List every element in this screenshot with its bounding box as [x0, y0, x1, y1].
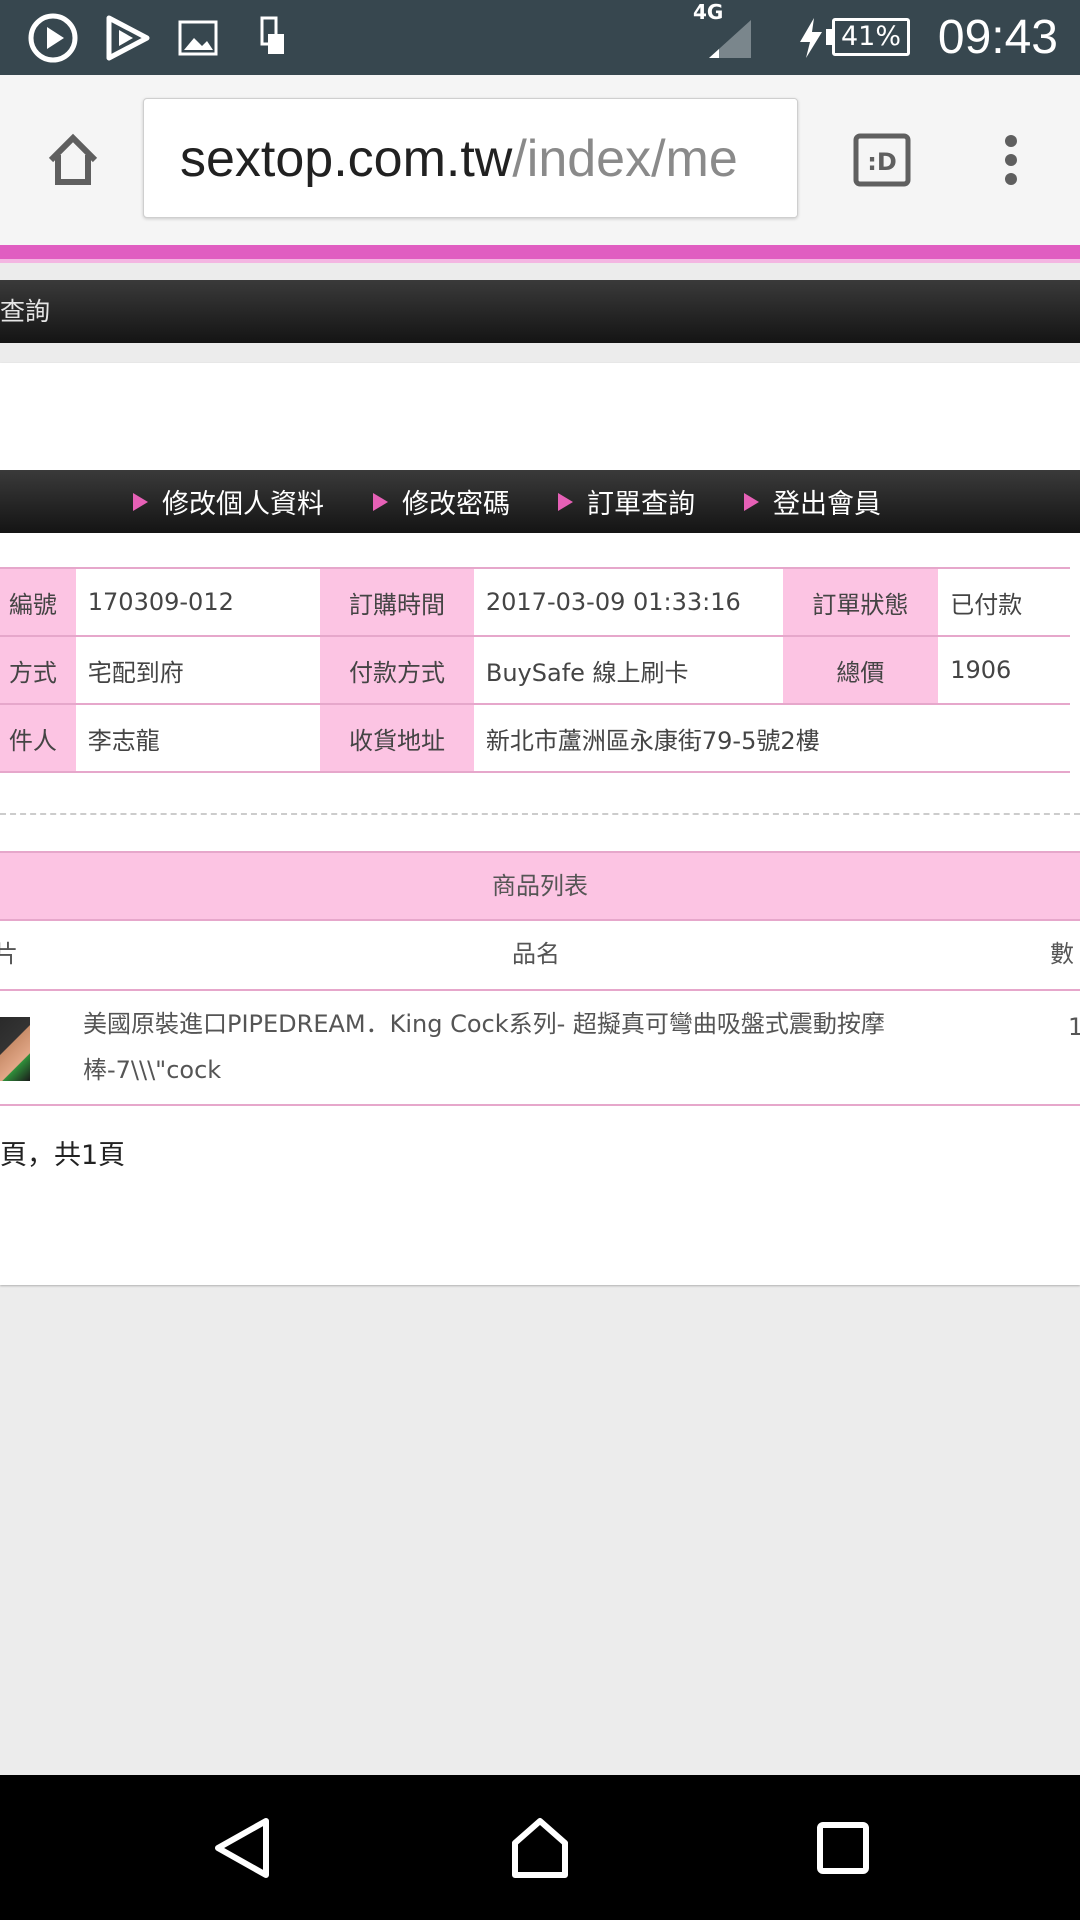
order-number-label: 編號: [0, 567, 76, 637]
clock: 09:43: [937, 11, 1058, 64]
nav-order-query[interactable]: 訂單查詢: [558, 470, 695, 533]
svg-text::D: :D: [867, 148, 897, 176]
column-name: 品名: [512, 940, 560, 968]
recents-icon[interactable]: [805, 1810, 880, 1885]
payment-method-value: BuySafe 線上刷卡: [473, 635, 783, 705]
media-play-icon: [98, 0, 156, 75]
home-icon[interactable]: [38, 125, 108, 195]
order-info-row: 編號 170309-012 訂購時間 2017-03-09 01:33:16 訂…: [0, 567, 1070, 637]
nav-label: 訂單查詢: [587, 489, 695, 520]
order-status-value: 已付款: [938, 567, 1070, 637]
home-nav-icon[interactable]: [502, 1810, 577, 1885]
product-qty: 1: [1068, 1013, 1080, 1041]
order-info-row: 方式 宅配到府 付款方式 BuySafe 線上刷卡 總價 1906: [0, 635, 1070, 705]
nav-label: 修改密碼: [402, 489, 510, 520]
product-thumbnail[interactable]: [0, 1017, 30, 1081]
battery-level: 41%: [832, 18, 910, 56]
status-bar: 4G 41% 09:43: [0, 0, 1080, 75]
nav-edit-profile[interactable]: 修改個人資料: [133, 470, 324, 533]
delivery-method-value: 宅配到府: [75, 635, 321, 705]
pink-stripe-light: [0, 259, 1080, 263]
pink-stripe: [0, 245, 1080, 259]
address-value: 新北市蘆洲區永康街79-5號2樓: [473, 703, 1070, 773]
top-bar-link[interactable]: 查詢: [0, 280, 50, 343]
row-divider: [0, 989, 1080, 991]
url-fade: [757, 99, 797, 217]
nav-change-password[interactable]: 修改密碼: [373, 470, 510, 533]
delivery-method-label: 方式: [0, 635, 76, 705]
triangle-bullet-icon: [133, 492, 148, 511]
column-qty: 數: [1050, 940, 1074, 968]
product-name[interactable]: 美國原裝進口PIPEDREAM．King Cock系列- 超擬真可彎曲吸盤式震動…: [83, 1001, 923, 1093]
recipient-value: 李志龍: [75, 703, 321, 773]
url-text: sextop.com.tw/index/me: [180, 99, 738, 217]
order-time-value: 2017-03-09 01:33:16: [473, 567, 783, 637]
signal-icon: [704, 0, 756, 75]
order-status-label: 訂單狀態: [782, 567, 939, 637]
web-page: 查詢 修改個人資料 修改密碼 訂單查詢 登出會員 編號 170309-012 訂…: [0, 245, 1080, 1775]
triangle-bullet-icon: [744, 492, 759, 511]
charging-icon: [796, 0, 826, 75]
back-icon[interactable]: [205, 1810, 280, 1885]
payment-method-label: 付款方式: [320, 635, 474, 705]
member-panel: 修改個人資料 修改密碼 訂單查詢 登出會員 編號 170309-012 訂購時間…: [0, 363, 1080, 1285]
triangle-bullet-icon: [558, 492, 573, 511]
browser-toolbar: sextop.com.tw/index/me :D: [0, 75, 1080, 245]
total-price-value: 1906: [938, 635, 1070, 705]
pagination: 頁，共1頁: [0, 1140, 126, 1171]
reader-mode-icon[interactable]: :D: [850, 125, 914, 195]
url-host: sextop.com.tw: [180, 130, 513, 188]
system-nav-bar: [0, 1775, 1080, 1920]
nav-label: 登出會員: [773, 489, 881, 520]
column-image: 片: [0, 940, 18, 968]
url-bar[interactable]: sextop.com.tw/index/me: [143, 98, 798, 218]
nav-logout[interactable]: 登出會員: [744, 470, 881, 533]
product-list-header: 商品列表: [0, 851, 1080, 921]
recipient-label: 件人: [0, 703, 76, 773]
url-path: /index/me: [512, 130, 738, 188]
play-circle-icon: [24, 0, 82, 75]
image-icon: [174, 0, 222, 75]
more-menu-icon[interactable]: [986, 125, 1036, 195]
total-price-label: 總價: [782, 635, 939, 705]
member-nav: 修改個人資料 修改密碼 訂單查詢 登出會員: [0, 470, 1080, 533]
order-time-label: 訂購時間: [320, 567, 474, 637]
row-divider: [0, 1104, 1080, 1106]
address-label: 收貨地址: [320, 703, 474, 773]
nav-label: 修改個人資料: [162, 489, 324, 520]
order-info-table: 編號 170309-012 訂購時間 2017-03-09 01:33:16 訂…: [0, 567, 1070, 773]
site-top-bar: 查詢: [0, 280, 1080, 343]
device-icon: [254, 0, 290, 75]
order-number-value: 170309-012: [75, 567, 321, 637]
order-info-row: 件人 李志龍 收貨地址 新北市蘆洲區永康街79-5號2樓: [0, 703, 1070, 773]
triangle-bullet-icon: [373, 492, 388, 511]
dashed-divider: [0, 813, 1080, 815]
